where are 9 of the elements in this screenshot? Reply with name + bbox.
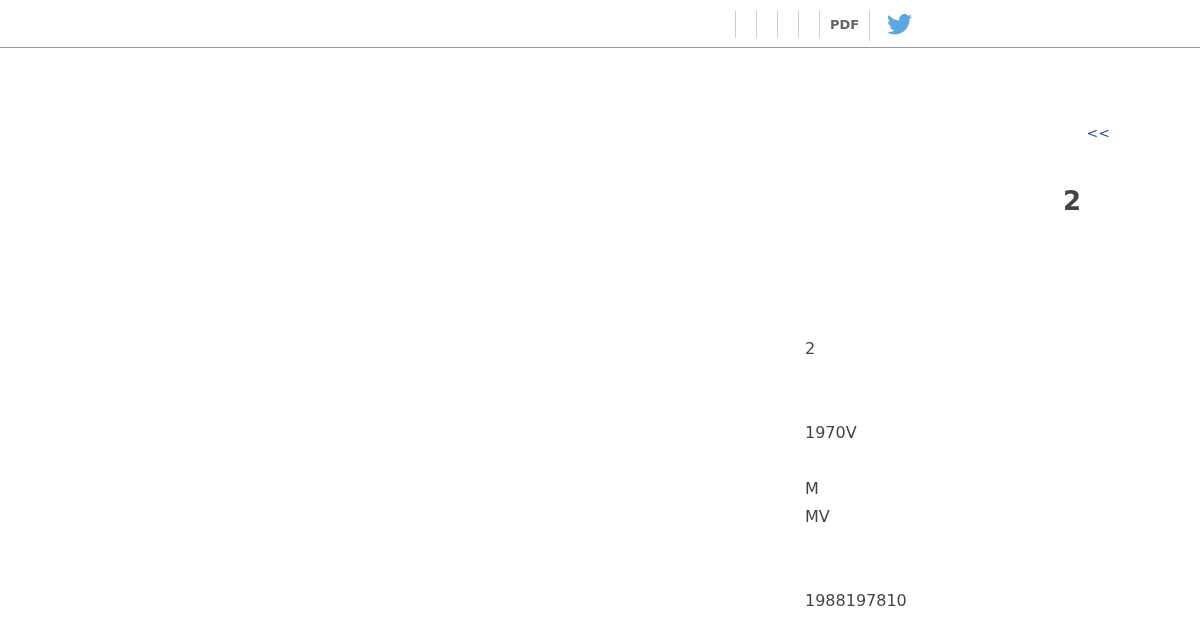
back-link[interactable]: <<: [1086, 122, 1110, 144]
pdf-link[interactable]: PDF: [830, 16, 860, 33]
text-line: M: [805, 478, 819, 500]
bird-icon[interactable]: [887, 14, 913, 35]
page-heading: 2: [1063, 185, 1083, 218]
text-line: MV: [805, 506, 830, 528]
text-line: 2: [805, 338, 816, 360]
text-line: 1988197810: [805, 590, 907, 612]
text-line: 1970V: [805, 422, 857, 444]
